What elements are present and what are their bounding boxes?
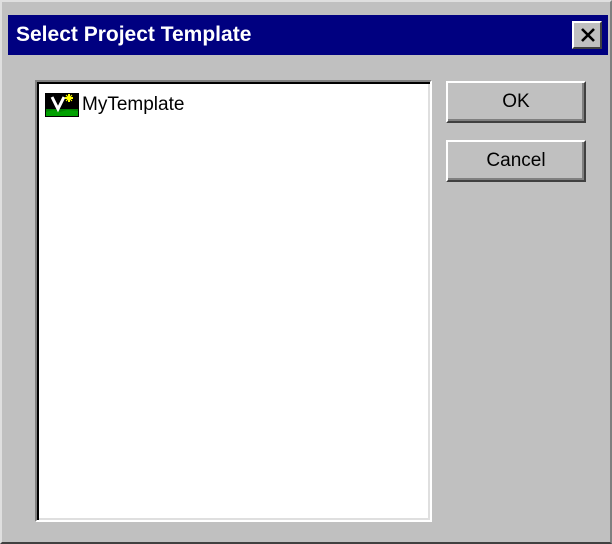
- dialog-title: Select Project Template: [16, 23, 252, 46]
- cancel-button[interactable]: Cancel: [446, 140, 586, 182]
- select-project-template-dialog: Select Project Template MyTemplate OK Ca…: [0, 0, 612, 544]
- ok-button[interactable]: OK: [446, 81, 586, 123]
- close-button[interactable]: [572, 21, 602, 49]
- vision-template-icon: [45, 93, 79, 117]
- close-icon: [581, 28, 595, 42]
- template-listbox[interactable]: MyTemplate: [35, 80, 432, 522]
- list-item[interactable]: MyTemplate: [45, 92, 184, 118]
- list-item-label: MyTemplate: [82, 94, 185, 115]
- title-bar[interactable]: Select Project Template: [8, 15, 608, 55]
